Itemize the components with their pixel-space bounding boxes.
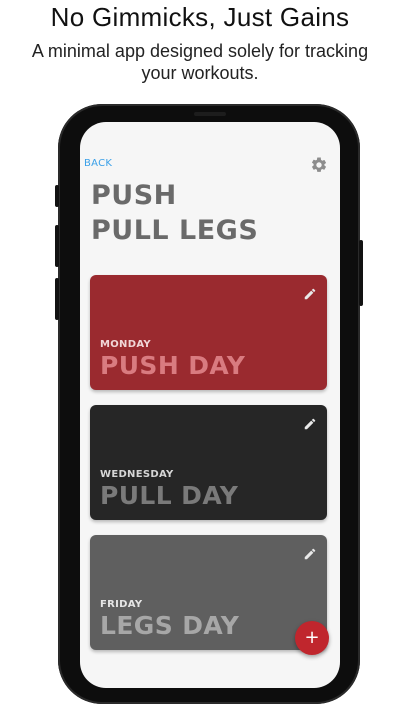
- card-day-label: MONDAY: [100, 339, 151, 350]
- back-link[interactable]: BACK: [84, 158, 112, 169]
- gear-icon[interactable]: [310, 156, 328, 174]
- page-title-line-1: PUSH: [91, 180, 177, 211]
- card-workout-name: PUSH DAY: [100, 351, 246, 380]
- marketing-headline: No Gimmicks, Just Gains: [50, 2, 350, 32]
- card-workout-name: PULL DAY: [100, 481, 239, 510]
- workout-card-friday[interactable]: FRIDAY LEGS DAY: [90, 535, 327, 650]
- edit-icon[interactable]: [303, 417, 317, 431]
- marketing-subheadline: A minimal app designed solely for tracki…: [31, 41, 369, 83]
- phone-notch: [194, 112, 226, 116]
- phone-side-button: [55, 225, 59, 267]
- card-day-label: WEDNESDAY: [100, 469, 174, 480]
- add-workout-button[interactable]: +: [295, 621, 329, 655]
- card-workout-name: LEGS DAY: [100, 611, 240, 640]
- phone-side-button: [55, 278, 59, 320]
- page-title-line-2: PULL LEGS: [91, 215, 259, 246]
- phone-side-button: [55, 185, 59, 207]
- card-day-label: FRIDAY: [100, 599, 143, 610]
- workout-card-monday[interactable]: MONDAY PUSH DAY: [90, 275, 327, 390]
- workout-card-wednesday[interactable]: WEDNESDAY PULL DAY: [90, 405, 327, 520]
- phone-side-button: [359, 240, 363, 306]
- app-screen: BACK PUSH PULL LEGS MONDAY PUSH DAY WEDN…: [80, 122, 340, 688]
- edit-icon[interactable]: [303, 287, 317, 301]
- edit-icon[interactable]: [303, 547, 317, 561]
